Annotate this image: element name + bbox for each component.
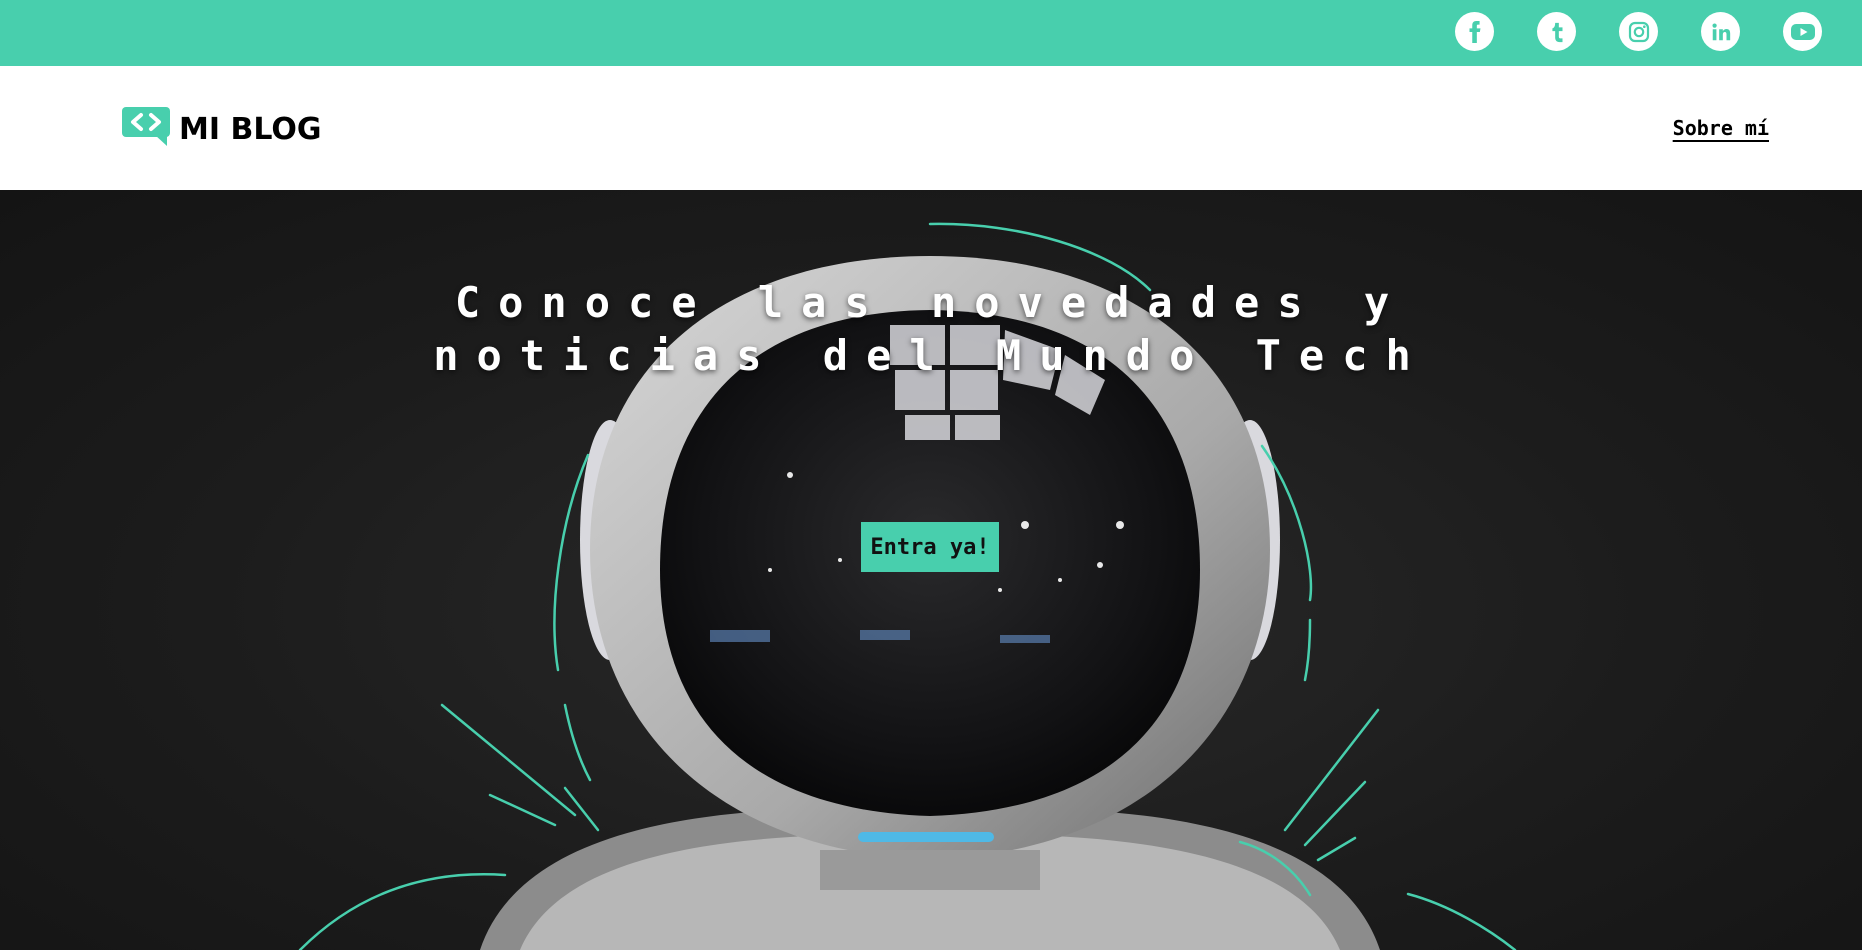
facebook-icon bbox=[1464, 20, 1486, 43]
tumblr-icon bbox=[1546, 21, 1568, 43]
facebook-link[interactable] bbox=[1455, 12, 1494, 51]
instagram-icon bbox=[1627, 20, 1651, 44]
logo-link[interactable]: MI BLOG bbox=[121, 107, 322, 151]
code-bubble-icon bbox=[121, 106, 173, 152]
nav-about-link[interactable]: Sobre mí bbox=[1673, 116, 1769, 140]
hero-title-line-2: noticias del Mundo Tech bbox=[433, 331, 1429, 380]
youtube-icon bbox=[1790, 21, 1816, 43]
instagram-link[interactable] bbox=[1619, 12, 1658, 51]
hero-section: Conoce las novedades y noticias del Mund… bbox=[0, 190, 1862, 950]
hero-title-line-1: Conoce las novedades y bbox=[454, 278, 1408, 327]
logo-text: MI BLOG bbox=[179, 111, 322, 147]
social-links bbox=[1455, 12, 1822, 51]
youtube-link[interactable] bbox=[1783, 12, 1822, 51]
linkedin-link[interactable] bbox=[1701, 12, 1740, 51]
enter-button[interactable]: Entra ya! bbox=[861, 522, 999, 572]
hero-title: Conoce las novedades y noticias del Mund… bbox=[0, 276, 1862, 382]
linkedin-icon bbox=[1710, 21, 1732, 43]
top-bar bbox=[0, 0, 1862, 66]
site-header: MI BLOG Sobre mí bbox=[0, 66, 1862, 190]
tumblr-link[interactable] bbox=[1537, 12, 1576, 51]
